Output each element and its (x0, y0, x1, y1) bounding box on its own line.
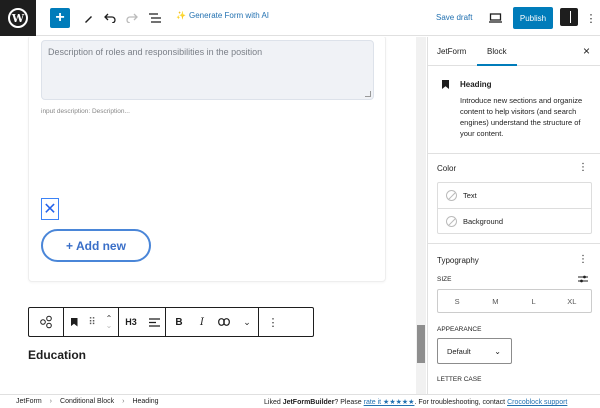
wordpress-logo-button[interactable]: W (0, 0, 36, 36)
add-new-button[interactable]: + Add new (41, 229, 151, 262)
color-text-row[interactable]: Text (438, 183, 591, 208)
canvas-scrollbar[interactable] (416, 37, 426, 394)
magic-wand-icon: ✨ (176, 11, 186, 20)
color-options-kebab-icon[interactable]: ⋮ (578, 162, 588, 173)
block-options-kebab-icon[interactable]: ⋮ (259, 308, 287, 336)
publish-button[interactable]: Publish (513, 7, 553, 29)
appearance-label: APPEARANCE (437, 326, 482, 333)
repeater-card: Description of roles and responsibilitie… (28, 37, 386, 282)
breadcrumb: JetForm › Conditional Block › Heading (16, 398, 159, 405)
panel-divider (428, 243, 600, 244)
bold-icon[interactable]: B (166, 308, 192, 336)
tab-jetform[interactable]: JetForm (437, 47, 466, 56)
color-settings: Text Background (437, 182, 592, 234)
breadcrumb-separator-icon: › (122, 398, 125, 405)
typography-panel-title[interactable]: Typography (437, 256, 479, 265)
chevron-down-icon: ⌄ (494, 347, 501, 356)
footer-feedback-note: Liked JetFormBuilder? Please rate it ★★★… (264, 399, 568, 406)
color-swatch-icon (446, 215, 457, 227)
crocoblock-support-link[interactable]: Crocoblock support (507, 399, 567, 406)
block-editor: W + ✨ Generate Form with AI Save draft P… (0, 0, 600, 408)
panel-divider (428, 153, 600, 154)
breadcrumb-separator-icon: › (49, 398, 53, 405)
font-size-label: SIZE (437, 276, 452, 283)
tab-block[interactable]: Block (487, 47, 507, 56)
pencil-icon[interactable] (80, 8, 96, 28)
color-background-row[interactable]: Background (438, 208, 591, 233)
redo-icon[interactable] (124, 8, 140, 28)
wordpress-icon: W (8, 8, 28, 28)
font-size-toggle-group: S M L XL (437, 289, 592, 313)
block-parent-selector-icon[interactable] (29, 308, 63, 336)
close-sidebar-icon[interactable]: × (583, 44, 590, 58)
breadcrumb-heading[interactable]: Heading (132, 398, 158, 405)
font-size-option-xl[interactable]: XL (553, 290, 591, 312)
move-up-down-icon[interactable]: ⌃ ⌄ (100, 308, 118, 336)
breadcrumb-conditional-block[interactable]: Conditional Block (60, 398, 114, 405)
heading-block-icon[interactable] (64, 308, 84, 336)
block-toolbar: ⠿ ⌃ ⌄ H3 B I ⌄ ⋮ (28, 307, 314, 337)
undo-icon[interactable] (102, 8, 118, 28)
block-inserter-button[interactable]: + (50, 8, 70, 28)
font-size-option-m[interactable]: M (476, 290, 514, 312)
custom-size-settings-icon[interactable] (578, 275, 588, 285)
heading-block-icon (442, 80, 449, 89)
generate-form-ai-button[interactable]: ✨ Generate Form with AI (176, 11, 269, 20)
close-icon: ✕ (43, 201, 57, 218)
breadcrumb-jetform[interactable]: JetForm (16, 398, 42, 405)
drag-handle-icon[interactable]: ⠿ (84, 308, 100, 336)
scrollbar-thumb[interactable] (417, 325, 425, 363)
align-text-icon[interactable] (143, 308, 165, 336)
status-footer: JetForm › Conditional Block › Heading Li… (0, 394, 600, 408)
remove-item-button[interactable]: ✕ (41, 198, 59, 220)
link-icon[interactable] (212, 308, 236, 336)
description-textarea[interactable]: Description of roles and responsibilitie… (41, 40, 374, 100)
sidebar-tabs: JetForm Block × (428, 37, 600, 66)
settings-sidebar-toggle-icon[interactable] (560, 8, 578, 26)
font-size-option-l[interactable]: L (515, 290, 553, 312)
color-swatch-icon (446, 190, 457, 201)
more-formatting-chevron-icon[interactable]: ⌄ (236, 308, 258, 336)
appearance-select[interactable]: Default ⌄ (437, 338, 512, 364)
save-draft-button[interactable]: Save draft (436, 13, 472, 22)
block-card-title: Heading (460, 80, 492, 89)
color-panel-title[interactable]: Color (437, 164, 456, 173)
editor-canvas: Description of roles and responsibilitie… (16, 37, 416, 394)
input-description: input description: Description... (41, 108, 130, 115)
top-toolbar: W + ✨ Generate Form with AI Save draft P… (0, 0, 600, 36)
document-overview-icon[interactable] (146, 8, 164, 28)
rate-it-link[interactable]: rate it ★★★★★ (364, 399, 415, 406)
letter-case-label: LETTER CASE (437, 376, 482, 383)
preview-desktop-icon[interactable] (487, 8, 503, 28)
active-tab-indicator (477, 64, 517, 66)
typography-options-kebab-icon[interactable]: ⋮ (578, 254, 588, 265)
options-kebab-icon[interactable]: ⋮ (586, 8, 597, 28)
settings-sidebar: JetForm Block × Heading Introduce new se… (427, 37, 600, 394)
italic-icon[interactable]: I (192, 308, 212, 336)
block-card-description: Introduce new sections and organize cont… (460, 96, 583, 138)
resize-handle-icon[interactable] (365, 91, 371, 97)
heading-block-text[interactable]: Education (28, 348, 86, 362)
heading-level-button[interactable]: H3 (119, 308, 143, 336)
font-size-option-s[interactable]: S (438, 290, 476, 312)
